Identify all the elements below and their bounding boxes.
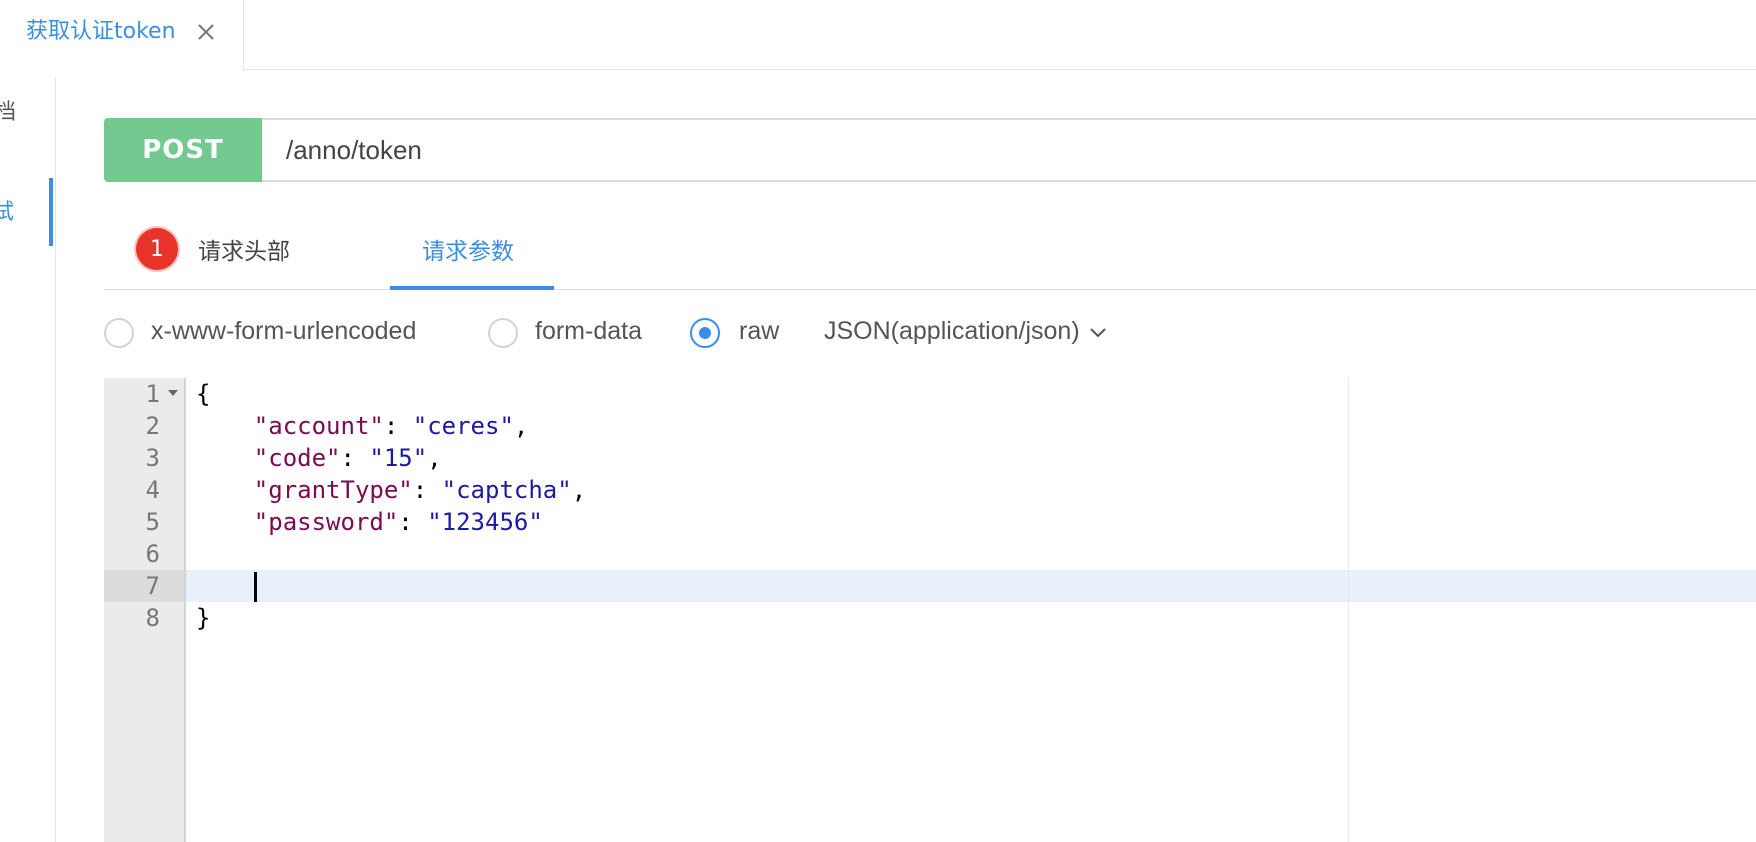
- fold-toggle-icon[interactable]: [168, 390, 178, 396]
- code-line: "password": "123456": [253, 508, 543, 536]
- tab-request-headers[interactable]: 请求头部: [198, 232, 290, 266]
- tab-request-params[interactable]: 请求参数: [422, 232, 514, 266]
- line-number: 5: [145, 508, 160, 536]
- json-value: "123456": [427, 508, 543, 536]
- radio-form-data-label[interactable]: form-data: [535, 317, 642, 346]
- radio-form-data[interactable]: [488, 318, 518, 348]
- text-cursor: [254, 572, 257, 602]
- code-token: }: [196, 604, 211, 632]
- print-margin: [1348, 378, 1349, 842]
- method-button[interactable]: POST: [104, 118, 262, 182]
- line-number: 8: [145, 604, 160, 632]
- app-root: 获取认证token 档 试 POST /anno/token 1 请求头部 请求…: [0, 0, 1756, 842]
- code-editor[interactable]: 1 2 3 4 5 6 7 8 { "account": "ceres", "c…: [104, 378, 1756, 842]
- line-number: 7: [145, 572, 160, 600]
- sidebar-active-indicator: [49, 178, 53, 246]
- json-key: "code": [253, 444, 341, 472]
- json-key: "grantType": [253, 476, 413, 504]
- code-token: {: [196, 380, 211, 408]
- json-key: "account": [253, 412, 384, 440]
- line-number: 1: [145, 380, 160, 408]
- sidebar-item-docs[interactable]: 档: [0, 94, 16, 126]
- radio-urlencoded[interactable]: [104, 318, 134, 348]
- tab-bar: 获取认证token: [0, 0, 1756, 71]
- active-line-highlight: [186, 570, 1756, 602]
- code-line: {: [196, 378, 210, 410]
- body-type-options: x-www-form-urlencoded form-data raw JSON…: [104, 314, 1404, 354]
- json-key: "password": [253, 508, 399, 536]
- headers-count-badge: 1: [136, 228, 178, 270]
- radio-raw[interactable]: [690, 318, 720, 348]
- radio-urlencoded-label[interactable]: x-www-form-urlencoded: [151, 317, 416, 346]
- radio-raw-label[interactable]: raw: [739, 317, 779, 346]
- code-line: "code": "15",: [253, 444, 442, 472]
- active-tab-indicator: [390, 286, 554, 290]
- code-line: "grantType": "captcha",: [253, 476, 587, 504]
- content-type-dropdown[interactable]: JSON(application/json): [824, 317, 1107, 346]
- code-line: "account": "ceres",: [253, 412, 529, 440]
- chevron-down-icon: [1089, 328, 1106, 338]
- request-tabs: 1 请求头部 请求参数: [104, 210, 1756, 290]
- code-line: }: [196, 602, 210, 634]
- line-number: 4: [145, 476, 160, 504]
- tab-label: 获取认证token: [26, 19, 176, 44]
- url-input[interactable]: /anno/token: [262, 118, 1756, 182]
- tab-get-token[interactable]: 获取认证token: [0, 0, 244, 71]
- json-value: "15": [369, 444, 428, 472]
- json-value: "ceres": [412, 412, 514, 440]
- sidebar: 档 试: [0, 78, 56, 842]
- sidebar-item-debug[interactable]: 试: [0, 194, 14, 226]
- line-number: 6: [145, 540, 160, 568]
- line-number: 3: [145, 444, 160, 472]
- close-icon[interactable]: [194, 20, 218, 44]
- json-value: "captcha": [441, 476, 572, 504]
- line-number: 2: [145, 412, 160, 440]
- content-type-label: JSON(application/json): [824, 317, 1080, 345]
